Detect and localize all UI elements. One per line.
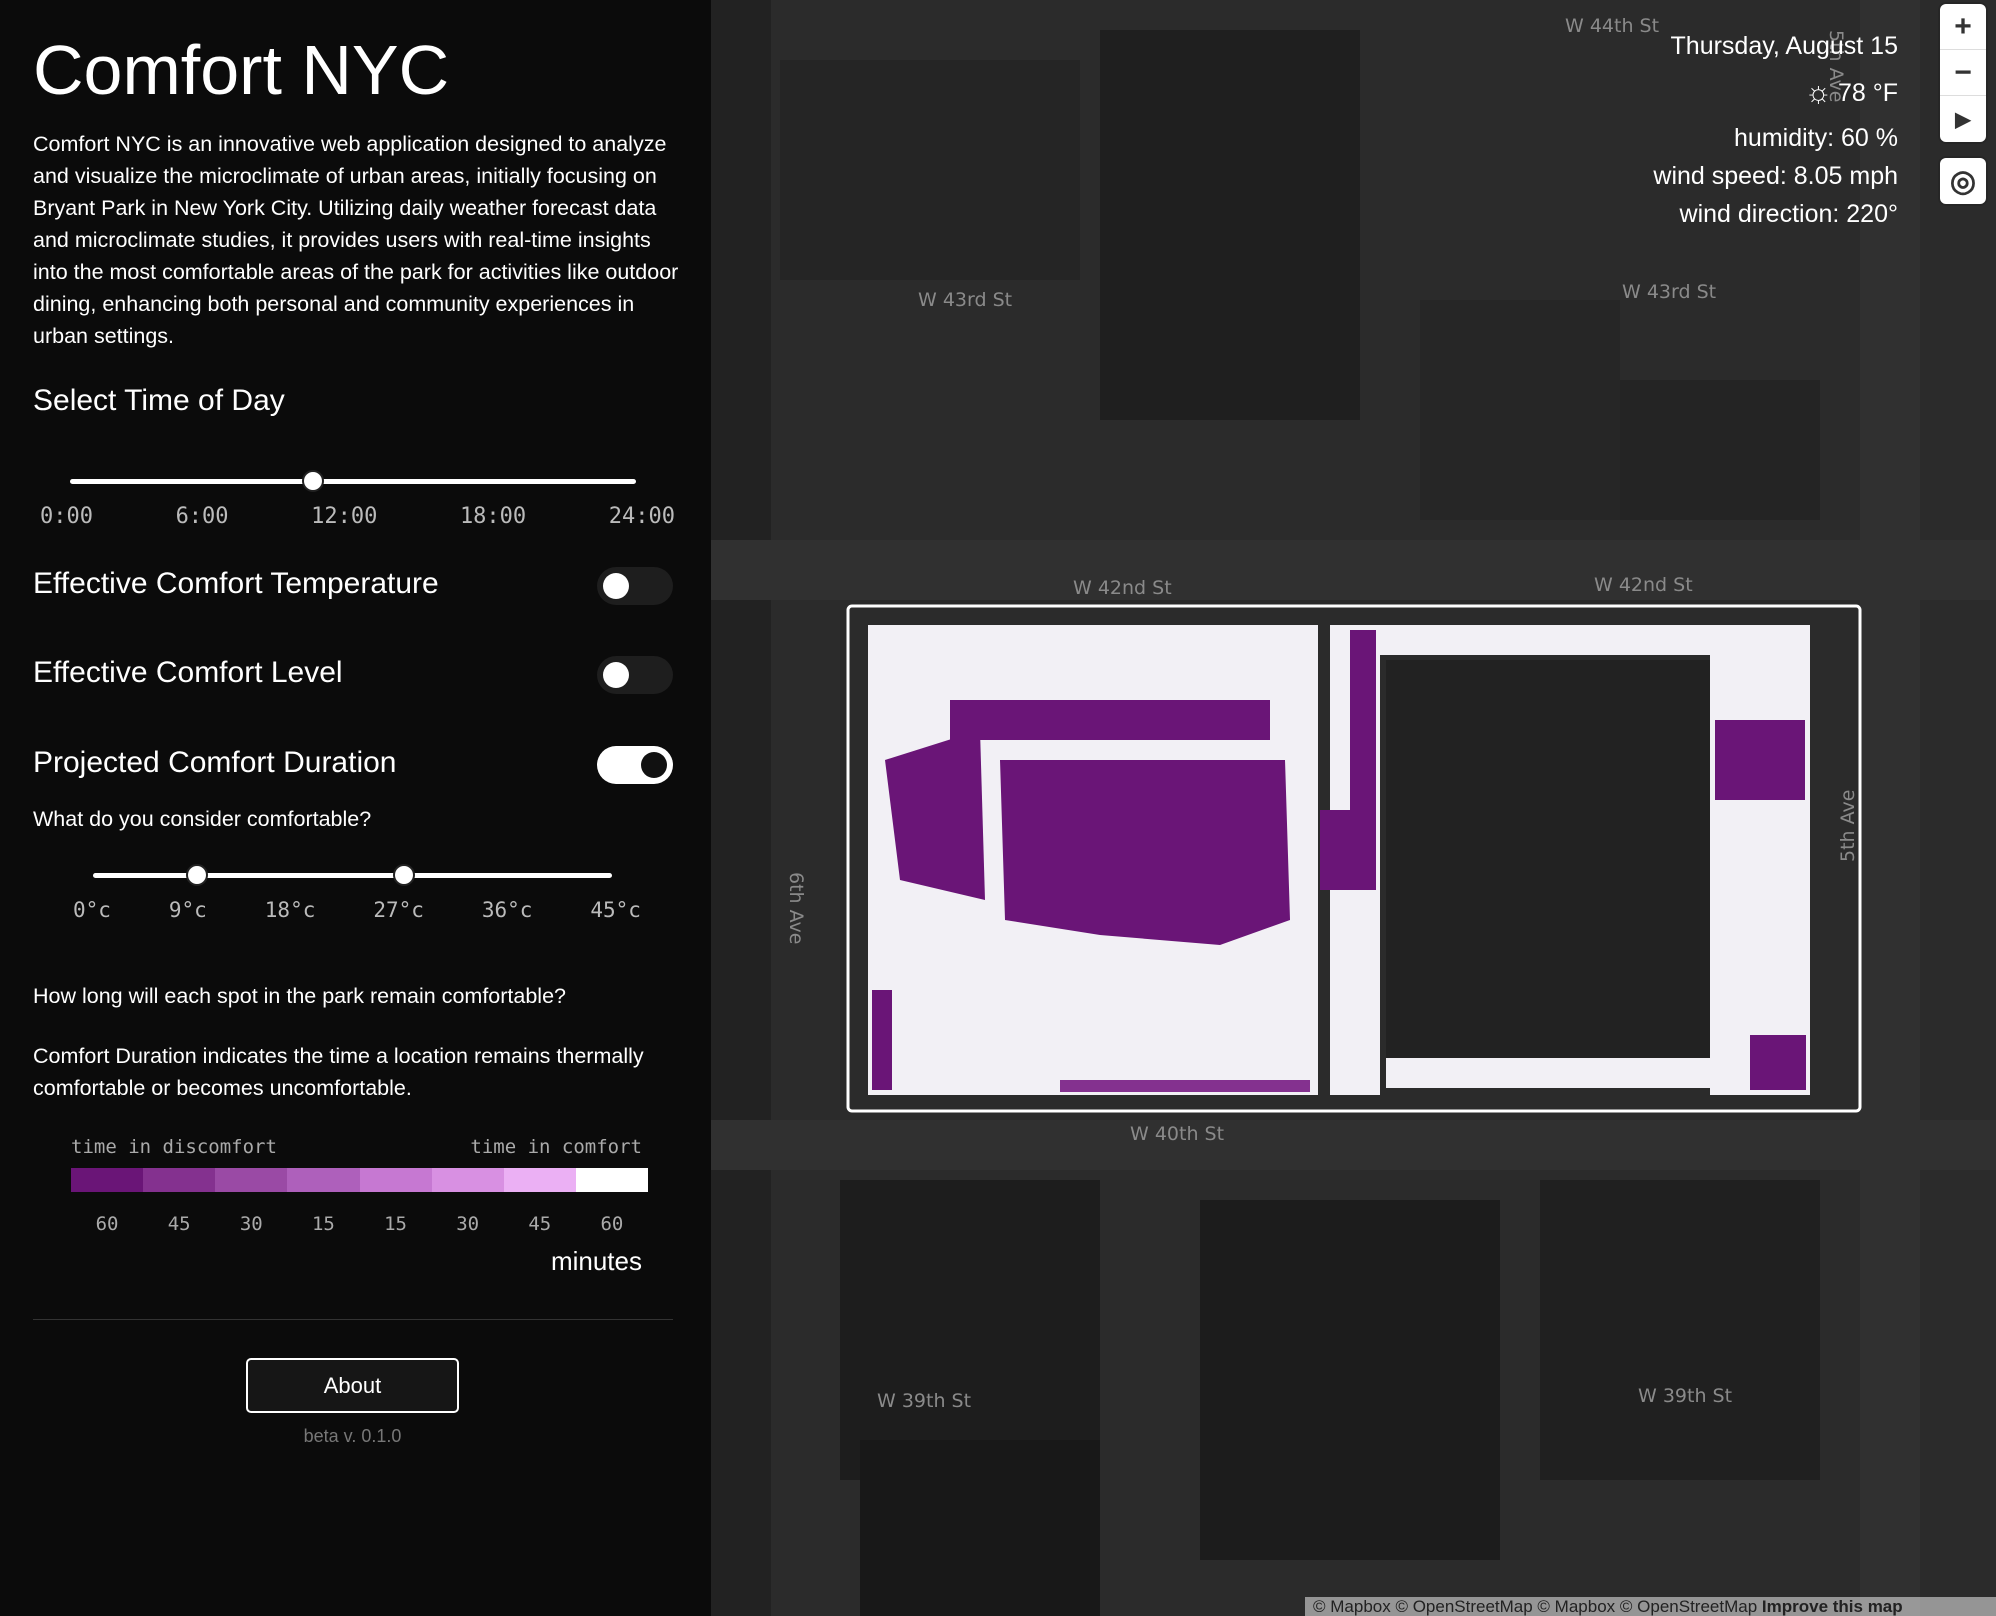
legend-tick: 45 bbox=[167, 1213, 191, 1235]
svg-text:W 42nd St: W 42nd St bbox=[1594, 574, 1693, 596]
toggle-ecl[interactable] bbox=[597, 656, 673, 694]
legend-tick: 60 bbox=[600, 1213, 624, 1235]
svg-text:W 39th St: W 39th St bbox=[1638, 1385, 1732, 1407]
svg-text:W 40th St: W 40th St bbox=[1130, 1123, 1224, 1145]
geolocate-control: ◎ bbox=[1940, 158, 1986, 204]
zoom-out-button[interactable]: − bbox=[1940, 50, 1986, 96]
svg-text:W 43rd St: W 43rd St bbox=[918, 289, 1012, 311]
app-description: Comfort NYC is an innovative web applica… bbox=[33, 132, 679, 348]
weather-date: Thursday, August 15 bbox=[1670, 32, 1898, 60]
toggle-ect[interactable] bbox=[597, 567, 673, 605]
wind-speed: wind speed: 8.05 mph bbox=[1653, 162, 1898, 190]
legend-tick: 30 bbox=[456, 1213, 480, 1235]
version-label: beta v. 0.1.0 bbox=[303, 1426, 402, 1446]
comfort-max-thumb[interactable] bbox=[393, 864, 416, 886]
svg-text:6th Ave: 6th Ave bbox=[785, 872, 807, 944]
geolocate-icon[interactable]: ◎ bbox=[1940, 158, 1986, 204]
toggle-pcd[interactable] bbox=[597, 746, 673, 784]
time-slider-thumb[interactable] bbox=[302, 470, 325, 492]
legend-unit: minutes bbox=[550, 1246, 642, 1276]
legend-left-label: time in discomfort bbox=[71, 1136, 277, 1158]
legend-swatch bbox=[359, 1168, 432, 1192]
improve-map-link[interactable]: Improve this map bbox=[1762, 1597, 1903, 1616]
comfort-range-slider[interactable] bbox=[93, 864, 612, 886]
time-slider-label: Select Time of Day bbox=[33, 384, 285, 417]
legend-ticks: 60 45 30 15 15 30 45 60 bbox=[71, 1213, 648, 1235]
app-title: Comfort NYC bbox=[33, 31, 450, 109]
legend-swatch bbox=[215, 1168, 288, 1192]
layer-label-ect: Effective Comfort Temperature bbox=[33, 567, 439, 600]
map-nav-controls: + − ▶ bbox=[1940, 4, 1986, 142]
legend-tick: 30 bbox=[239, 1213, 263, 1235]
sidebar: Comfort NYC Comfort NYC is an innovative… bbox=[0, 0, 711, 1616]
time-ticks: 0:00 6:00 12:00 18:00 24:00 bbox=[40, 504, 675, 529]
sun-icon: ☼ bbox=[1804, 76, 1832, 109]
legend-swatch bbox=[431, 1168, 504, 1192]
legend-swatch bbox=[503, 1168, 576, 1192]
time-slider[interactable] bbox=[70, 470, 636, 492]
zoom-in-button[interactable]: + bbox=[1940, 4, 1986, 50]
legend-tick: 15 bbox=[384, 1213, 407, 1235]
legend-tick: 60 bbox=[95, 1213, 119, 1235]
divider bbox=[33, 1319, 673, 1320]
compass-button[interactable]: ▶ bbox=[1940, 96, 1986, 142]
comfort-ticks: 0°c 9°c 18°c 27°c 36°c 45°c bbox=[73, 898, 641, 922]
svg-text:W 42nd St: W 42nd St bbox=[1073, 577, 1172, 599]
weather-temp-row: ☼ 78 °F bbox=[1804, 76, 1898, 110]
layer-label-pcd: Projected Comfort Duration bbox=[33, 746, 397, 779]
legend-swatch bbox=[287, 1168, 360, 1192]
svg-text:W 39th St: W 39th St bbox=[877, 1390, 971, 1412]
svg-text:W 43rd St: W 43rd St bbox=[1622, 281, 1716, 303]
legend-tick: 15 bbox=[311, 1213, 335, 1235]
legend-swatch bbox=[143, 1168, 216, 1192]
comfort-question: What do you consider comfortable? bbox=[33, 807, 372, 831]
attribution: © Mapbox © OpenStreetMap © Mapbox © Open… bbox=[1305, 1597, 1996, 1616]
about-button[interactable]: About bbox=[246, 1358, 459, 1413]
legend-tick: 45 bbox=[528, 1213, 552, 1235]
legend-swatch bbox=[575, 1168, 648, 1192]
humidity: humidity: 60 % bbox=[1734, 124, 1898, 152]
svg-text:5th Ave: 5th Ave bbox=[1837, 790, 1859, 862]
legend-bar bbox=[71, 1168, 648, 1192]
comfort-min-thumb[interactable] bbox=[185, 864, 208, 886]
temperature: 78 °F bbox=[1837, 78, 1898, 107]
duration-question: How long will each spot in the park rema… bbox=[33, 984, 566, 1008]
legend-swatch bbox=[71, 1168, 144, 1192]
wind-direction: wind direction: 220° bbox=[1679, 200, 1898, 228]
svg-text:W 44th St: W 44th St bbox=[1565, 15, 1659, 37]
legend-right-label: time in comfort bbox=[470, 1136, 642, 1158]
layer-label-ecl: Effective Comfort Level bbox=[33, 656, 343, 689]
duration-explanation: Comfort Duration indicates the time a lo… bbox=[33, 1044, 644, 1100]
